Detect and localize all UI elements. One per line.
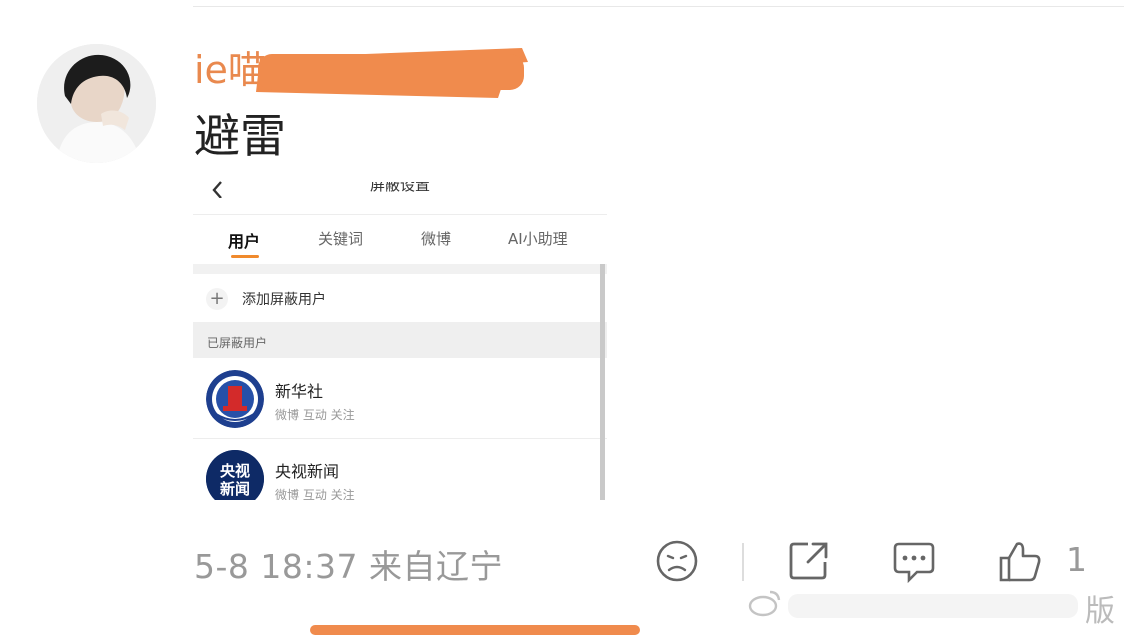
avatar-photo — [37, 44, 156, 163]
tab-bar: 用户 关键词 微博 AI小助理 — [193, 220, 607, 264]
watermark-text: 版 — [1085, 594, 1115, 629]
tab-users[interactable]: 用户 — [228, 228, 260, 252]
svg-text:新闻: 新闻 — [220, 480, 250, 498]
scrollbar[interactable] — [600, 264, 605, 500]
post-text: 避雷 — [194, 109, 286, 163]
blocked-user-row[interactable]: 央视 新闻 央视新闻 微博 互动 关注 — [193, 440, 607, 500]
section-label: 已屏蔽用户 — [207, 336, 268, 350]
user-stats: 微博 互动 关注 — [275, 488, 355, 500]
tab-weibo[interactable]: 微博 — [421, 228, 451, 249]
avatar[interactable] — [37, 44, 156, 163]
share-icon[interactable] — [786, 538, 832, 584]
cctv-news-logo-icon: 央视 新闻 — [206, 450, 264, 500]
svg-text:央视: 央视 — [220, 462, 250, 480]
redaction-strip — [310, 625, 640, 635]
tab-keywords[interactable]: 关键词 — [318, 228, 363, 249]
spacer — [193, 264, 607, 274]
user-avatar-xinhua — [206, 370, 264, 428]
screenshot-header: 屏蔽设置 — [193, 180, 607, 215]
add-blocked-user-label: 添加屏蔽用户 — [242, 292, 326, 308]
user-name: 央视新闻 — [275, 462, 340, 481]
redaction-mark — [256, 48, 528, 98]
weibo-logo-icon — [748, 590, 781, 617]
watermark-bar — [788, 594, 1078, 618]
user-stats: 微博 互动 关注 — [275, 408, 355, 422]
xinhua-logo-icon — [206, 370, 264, 428]
section-header: 已屏蔽用户 — [193, 322, 607, 358]
sad-face-icon[interactable] — [654, 538, 700, 584]
like-count: 1 — [1066, 540, 1087, 579]
tab-ai-assistant[interactable]: AI小助理 — [508, 228, 568, 249]
embedded-screenshot[interactable]: 屏蔽设置 用户 关键词 微博 AI小助理 + 添加屏蔽用户 已屏蔽用户 新华社 … — [193, 180, 607, 500]
comment-icon[interactable] — [891, 538, 937, 584]
thumbs-up-icon[interactable] — [997, 538, 1043, 584]
post-meta: 5-8 18:37 来自辽宁 — [194, 547, 503, 586]
screenshot-title: 屏蔽设置 — [369, 182, 430, 194]
blocked-user-row[interactable]: 新华社 微博 互动 关注 — [193, 360, 607, 439]
action-divider — [742, 543, 744, 581]
plus-icon: + — [206, 288, 228, 310]
top-divider — [193, 6, 1124, 7]
active-tab-indicator — [231, 255, 259, 258]
add-blocked-user-row[interactable]: + 添加屏蔽用户 — [193, 274, 607, 322]
user-avatar-cctv: 央视 新闻 — [206, 450, 264, 500]
user-name: 新华社 — [275, 382, 324, 401]
